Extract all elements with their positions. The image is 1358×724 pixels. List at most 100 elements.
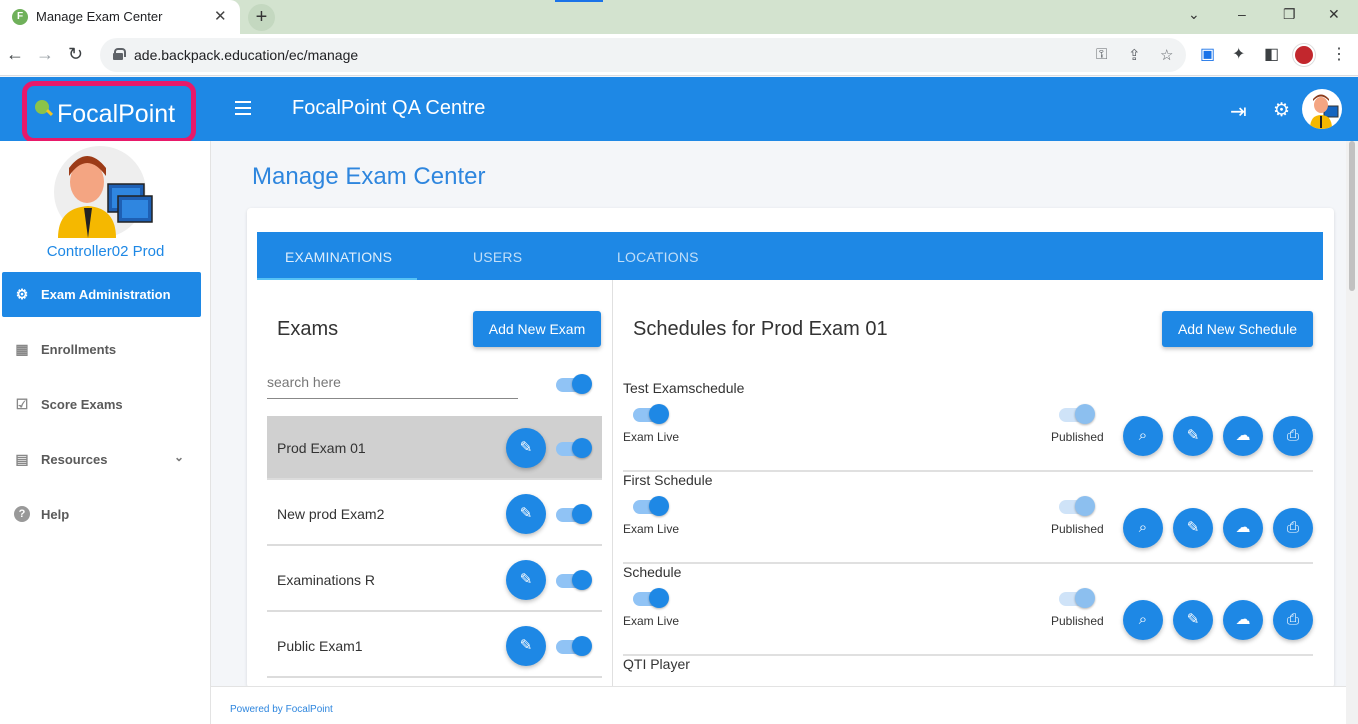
edit-pencil-icon[interactable]: ✎: [1173, 600, 1213, 640]
search-input[interactable]: [267, 365, 518, 399]
schedule-name: QTI Player: [623, 656, 690, 672]
exam-row[interactable]: Prod Exam 01 ✎: [267, 416, 602, 480]
add-new-exam-button[interactable]: Add New Exam: [473, 311, 601, 347]
schedule-row: QTI Player: [623, 656, 1313, 684]
tab-bar: EXAMINATIONS USERS LOCATIONS: [257, 232, 1323, 280]
sidebar-user-name[interactable]: Controller02 Prod: [0, 243, 211, 260]
back-arrow-icon[interactable]: ←: [6, 44, 24, 65]
schedule-name: First Schedule: [623, 472, 713, 488]
print-icon[interactable]: ⎙: [1273, 416, 1313, 456]
preview-icon[interactable]: ⌕: [1123, 416, 1163, 456]
edit-pencil-icon[interactable]: ✎: [1173, 416, 1213, 456]
page-scrollbar[interactable]: [1346, 141, 1358, 724]
add-new-schedule-button[interactable]: Add New Schedule: [1162, 311, 1313, 347]
settings-gear-icon[interactable]: ⚙: [1273, 99, 1290, 122]
exam-live-toggle[interactable]: [633, 496, 669, 516]
tab-locations[interactable]: LOCATIONS: [617, 249, 699, 265]
tab-close-icon[interactable]: ✕: [214, 7, 227, 25]
cloud-download-icon[interactable]: ☁: [1223, 416, 1263, 456]
print-icon[interactable]: ⎙: [1273, 508, 1313, 548]
print-icon[interactable]: ⎙: [1273, 600, 1313, 640]
header-avatar[interactable]: [1302, 89, 1342, 129]
profile-avatar[interactable]: [1293, 44, 1315, 66]
forward-arrow-icon[interactable]: →: [36, 44, 54, 65]
browser-menu-icon[interactable]: ⋮: [1331, 44, 1347, 64]
chevron-down-icon[interactable]: ⌄: [174, 450, 184, 464]
logout-icon[interactable]: ⇥: [1230, 99, 1247, 124]
schedule-row: Schedule Exam Live Published ⌕ ✎ ☁ ⎙: [623, 564, 1313, 656]
sidebar-item-label: Exam Administration: [41, 287, 171, 302]
brand-logo[interactable]: FocalPoint: [22, 81, 196, 143]
exam-name[interactable]: New prod Exam2: [277, 506, 384, 522]
user-avatar: [50, 146, 154, 238]
focalpoint-favicon-icon: F: [12, 9, 28, 25]
sidebar-item-resources[interactable]: ▤ Resources ⌄: [2, 437, 201, 482]
browser-tab[interactable]: F Manage Exam Center ✕: [0, 0, 240, 34]
url-text[interactable]: ade.backpack.education/ec/manage: [134, 47, 358, 63]
exam-active-toggle[interactable]: [556, 438, 592, 458]
tab-examinations[interactable]: EXAMINATIONS: [285, 249, 392, 265]
exam-row[interactable]: Examinations R ✎: [267, 548, 602, 612]
reload-icon[interactable]: ↻: [68, 44, 83, 65]
edit-pencil-icon[interactable]: ✎: [506, 560, 546, 600]
tab-users[interactable]: USERS: [473, 249, 522, 265]
exam-active-toggle[interactable]: [556, 504, 592, 524]
edit-pencil-icon[interactable]: ✎: [506, 494, 546, 534]
exam-live-toggle[interactable]: [633, 588, 669, 608]
schedules-heading: Schedules for Prod Exam 01: [633, 318, 888, 340]
scrollbar-thumb[interactable]: [1349, 141, 1355, 291]
app-title: FocalPoint QA Centre: [292, 97, 486, 119]
exam-name[interactable]: Prod Exam 01: [277, 440, 366, 456]
bookmark-star-icon[interactable]: ☆: [1160, 46, 1173, 64]
exam-row[interactable]: Public Exam1 ✎: [267, 614, 602, 678]
exam-live-label: Exam Live: [623, 614, 680, 628]
maximize-button[interactable]: ❐: [1283, 6, 1296, 23]
panel-divider: [612, 280, 613, 686]
new-tab-button[interactable]: +: [248, 4, 275, 31]
exams-filter-toggle[interactable]: [556, 374, 592, 394]
sidebar: Controller02 Prod ⚙ Exam Administration …: [0, 141, 211, 724]
schedule-row: Test Examschedule Exam Live Published ⌕ …: [623, 380, 1313, 472]
minimize-button[interactable]: –: [1238, 6, 1246, 22]
published-toggle[interactable]: [1059, 496, 1095, 516]
exam-name[interactable]: Examinations R: [277, 572, 375, 588]
edit-pencil-icon[interactable]: ✎: [1173, 508, 1213, 548]
published-toggle[interactable]: [1059, 588, 1095, 608]
published-toggle[interactable]: [1059, 404, 1095, 424]
extensions-puzzle-icon[interactable]: ✦: [1232, 44, 1245, 64]
browser-tab-strip: F Manage Exam Center ✕ + ⌄ – ❐ ✕: [0, 0, 1358, 34]
exams-heading: Exams: [277, 318, 339, 340]
sidebar-item-enrollments[interactable]: ▦ Enrollments: [2, 327, 201, 372]
preview-icon[interactable]: ⌕: [1123, 508, 1163, 548]
edit-pencil-icon[interactable]: ✎: [506, 626, 546, 666]
cloud-download-icon[interactable]: ☁: [1223, 600, 1263, 640]
close-window-button[interactable]: ✕: [1328, 6, 1340, 23]
sidebar-item-help[interactable]: ? Help: [2, 492, 201, 537]
menu-toggle-icon[interactable]: [235, 101, 251, 115]
sidebar-item-exam-administration[interactable]: ⚙ Exam Administration: [2, 272, 201, 317]
tab-search-chevron-icon[interactable]: ⌄: [1188, 6, 1200, 23]
share-icon[interactable]: ⇪: [1128, 46, 1141, 64]
side-panel-icon[interactable]: ◧: [1264, 44, 1279, 64]
edit-pencil-icon[interactable]: ✎: [506, 428, 546, 468]
exam-active-toggle[interactable]: [556, 570, 592, 590]
page-title: Manage Exam Center: [252, 163, 486, 190]
resources-icon: ▤: [15, 451, 29, 467]
sidebar-item-label: Resources: [41, 452, 108, 467]
url-field[interactable]: ade.backpack.education/ec/manage ⚿ ⇪ ☆: [100, 38, 1186, 72]
exam-row[interactable]: New prod Exam2 ✎: [267, 482, 602, 546]
exam-name[interactable]: Public Exam1: [277, 638, 363, 654]
cloud-download-icon[interactable]: ☁: [1223, 508, 1263, 548]
published-label: Published: [1051, 614, 1104, 628]
exam-active-toggle[interactable]: [556, 636, 592, 656]
exam-live-toggle[interactable]: [633, 404, 669, 424]
footer-powered-by[interactable]: Powered by FocalPoint: [230, 704, 333, 715]
key-icon[interactable]: ⚿: [1096, 46, 1107, 63]
preview-icon[interactable]: ⌕: [1123, 600, 1163, 640]
sidebar-item-score-exams[interactable]: ☑ Score Exams: [2, 382, 201, 427]
bar-chart-icon: ▦: [15, 341, 29, 357]
screen-capture-icon[interactable]: ▣: [1200, 44, 1215, 64]
published-label: Published: [1051, 430, 1104, 444]
gear-icon: ⚙: [15, 286, 29, 302]
footer: Powered by FocalPoint: [211, 686, 1346, 724]
